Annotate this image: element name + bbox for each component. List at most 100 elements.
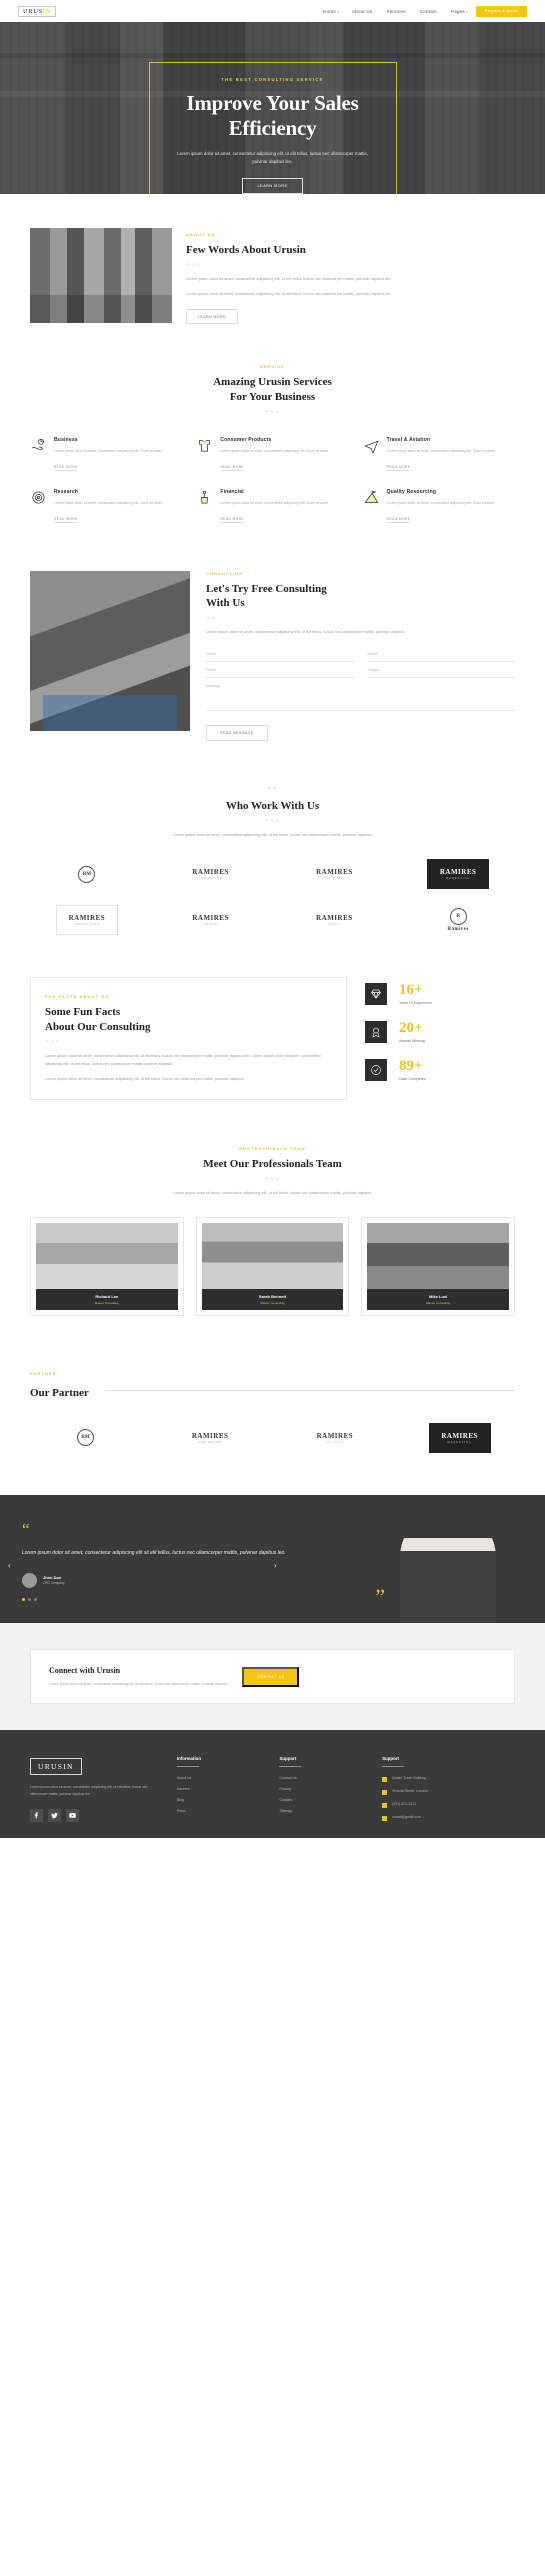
check-badge-icon bbox=[365, 1059, 387, 1082]
nav-item-services[interactable]: Services bbox=[386, 9, 406, 14]
send-message-button[interactable]: SEND MESSAGE bbox=[206, 725, 268, 742]
footer-brand: URUSIN Lorem ipsum dolor sit amet, conse… bbox=[30, 1756, 163, 1828]
service-title: Financial bbox=[220, 488, 244, 495]
footer-column-support: Support Contact Us Privacy Cookies Sitem… bbox=[279, 1756, 368, 1828]
contact-item[interactable]: Victoria Street, London bbox=[382, 1789, 515, 1796]
hand-chart-icon bbox=[30, 437, 47, 454]
service-read-more[interactable]: READ MORE bbox=[54, 517, 78, 523]
facebook-icon[interactable] bbox=[30, 1808, 43, 1822]
client-logo[interactable]: RM bbox=[56, 859, 118, 889]
team-member-card[interactable]: Richard Lee Master Consulting bbox=[30, 1217, 184, 1317]
message-field[interactable]: Message bbox=[206, 678, 515, 712]
hero-learn-more-button[interactable]: LEARN MORE bbox=[242, 177, 303, 194]
email-field[interactable]: Email* bbox=[367, 646, 515, 663]
contact-item[interactable]: Urusin Tower Building bbox=[382, 1776, 515, 1783]
partner-eyebrow-wrap: PARTNER bbox=[30, 1362, 515, 1380]
youtube-icon[interactable] bbox=[66, 1808, 79, 1822]
service-card[interactable]: Travel & Aviation Lorem ipsum dolor sit … bbox=[363, 437, 515, 473]
footer-column-contact: Support Urusin Tower Building Victoria S… bbox=[382, 1756, 515, 1828]
nav-item-pages[interactable]: Pages▾ bbox=[451, 9, 468, 14]
chevron-down-icon: ▾ bbox=[465, 9, 468, 14]
service-read-more[interactable]: READ MORE bbox=[54, 465, 78, 471]
service-read-more[interactable]: READ MORE bbox=[386, 517, 411, 523]
plant-pot-icon bbox=[196, 489, 213, 506]
site-logo[interactable]: URUSIN bbox=[18, 5, 56, 17]
client-logo[interactable]: RAMIRES MARKETING bbox=[428, 1422, 491, 1453]
service-read-more[interactable]: READ MORE bbox=[220, 517, 245, 523]
contact-item[interactable]: cotact@gmail.com bbox=[382, 1815, 515, 1822]
team-member-role: Master Consulting bbox=[426, 1301, 451, 1306]
services-title-line2: For Your Business bbox=[229, 390, 316, 403]
contact-text: Urusin Tower Building bbox=[392, 1776, 426, 1781]
footer-grid: URUSIN Lorem ipsum dolor sit amet, conse… bbox=[30, 1756, 515, 1828]
footer-link[interactable]: Contact Us bbox=[279, 1776, 368, 1780]
team-eyebrow: PROFESSIONALS TEAM bbox=[239, 1146, 306, 1151]
cta-contact-button[interactable]: CONTACT US bbox=[242, 1666, 300, 1687]
client-logo[interactable]: RAMIRES MARKETING bbox=[427, 859, 490, 890]
facts-title-line2: About Our Consulting bbox=[45, 1020, 151, 1033]
footer-contact-title: Support bbox=[382, 1756, 399, 1762]
team-description: Lorem ipsum dolor sit amet, consectetur … bbox=[172, 1190, 373, 1196]
client-logo[interactable]: RAMIRES GROUP bbox=[180, 905, 242, 935]
services-header: SERVICE Amazing Urusin Services For Your… bbox=[30, 364, 515, 415]
hero-title-line2: Efficiency bbox=[228, 115, 317, 140]
nav-item-contact[interactable]: Contact bbox=[420, 9, 438, 14]
footer-link[interactable]: Cookies bbox=[279, 1798, 368, 1802]
twitter-icon[interactable] bbox=[48, 1808, 61, 1822]
dot-2[interactable] bbox=[28, 1597, 31, 1601]
client-logos-grid: RM RAMIRES THE BRAND RAMIRES for Style RAMIRE… bbox=[30, 859, 515, 936]
service-read-more[interactable]: READ MORE bbox=[220, 465, 245, 471]
phone-icon bbox=[382, 1803, 388, 1809]
about-learn-more-button[interactable]: LEARN MORE bbox=[186, 309, 238, 325]
footer-link[interactable]: About Us bbox=[177, 1776, 266, 1780]
phone-field[interactable]: Phone bbox=[206, 662, 354, 679]
footer-link[interactable]: Blog bbox=[177, 1798, 266, 1802]
consulting-image bbox=[30, 570, 190, 731]
client-logo[interactable]: RAMIRES studio bbox=[303, 905, 365, 935]
footer-logo[interactable]: URUSIN bbox=[30, 1758, 82, 1776]
footer-link[interactable]: Careers bbox=[177, 1787, 266, 1791]
testimonial-prev-arrow[interactable]: ‹ bbox=[8, 1561, 11, 1570]
service-body: Research Lorem ipsum dolor sit amet, con… bbox=[54, 489, 163, 525]
client-logo[interactable]: RAMIRES THE BRAND bbox=[180, 859, 242, 889]
footer-link[interactable]: Sitemap bbox=[279, 1809, 368, 1813]
request-quote-button[interactable]: Request A Quote bbox=[475, 5, 527, 17]
footer-link[interactable]: Press bbox=[177, 1809, 266, 1813]
client-logo[interactable]: RM bbox=[54, 1423, 116, 1453]
service-card[interactable]: Business Lorem ipsum dolor sit amet, con… bbox=[30, 437, 182, 473]
subject-field[interactable]: Subject bbox=[367, 662, 515, 679]
nav-item-home[interactable]: Home▾ bbox=[323, 9, 339, 14]
clients-description: Lorem ipsum dolor sit amet, consectetur … bbox=[172, 832, 373, 838]
building-icon bbox=[382, 1777, 388, 1783]
client-logo[interactable]: RAMIRES for Style bbox=[303, 859, 365, 889]
stat-number: 16+ bbox=[399, 982, 423, 999]
service-read-more[interactable]: READ MORE bbox=[386, 465, 411, 471]
client-logo[interactable]: RAMIRES CONSULTING bbox=[55, 905, 118, 936]
footer-col-underline bbox=[279, 1766, 302, 1768]
cta-title: Connect with Urusin bbox=[49, 1665, 121, 1675]
diamond-icon bbox=[365, 983, 387, 1006]
contact-item[interactable]: (021) 622-3412 bbox=[382, 1802, 515, 1809]
nav-item-about-us[interactable]: About Us bbox=[352, 9, 374, 14]
dot-3[interactable] bbox=[34, 1597, 37, 1601]
logo-text: URUS bbox=[23, 7, 43, 15]
client-logo[interactable]: RAMIRES THE BRAND bbox=[179, 1423, 241, 1453]
service-card[interactable]: Quality Resourcing Lorem ipsum dolor sit… bbox=[363, 489, 515, 525]
dot-1[interactable] bbox=[22, 1597, 25, 1601]
client-logo[interactable]: R Ramires bbox=[427, 905, 489, 935]
footer-col-title: Information bbox=[176, 1756, 202, 1762]
client-logo[interactable]: RAMIRES for Style bbox=[304, 1423, 366, 1453]
hero-eyebrow: THE BEST CONSULTING SERVICE bbox=[221, 77, 324, 82]
testimonial-dots[interactable] bbox=[22, 1597, 367, 1601]
service-card[interactable]: Consumer Products Lorem ipsum dolor sit … bbox=[196, 437, 348, 473]
team-member-card[interactable]: Sarah Bennett Master Consulting bbox=[195, 1217, 350, 1317]
consulting-description: Lorem ipsum dolor sit amet, consectetur … bbox=[206, 629, 406, 635]
team-member-card[interactable]: Mike Luel Master Consulting bbox=[361, 1217, 515, 1317]
mountain-flag-icon bbox=[363, 489, 380, 506]
stat-item: 89+ Case Completed bbox=[365, 1059, 515, 1082]
service-card[interactable]: Financial Lorem ipsum dolor sit amet, co… bbox=[196, 489, 348, 525]
service-text: Lorem ipsum dolor sit amet, consectetur … bbox=[386, 500, 496, 505]
service-card[interactable]: Research Lorem ipsum dolor sit amet, con… bbox=[30, 489, 182, 525]
footer-link[interactable]: Privacy bbox=[279, 1787, 368, 1791]
name-field[interactable]: Name bbox=[206, 646, 354, 663]
